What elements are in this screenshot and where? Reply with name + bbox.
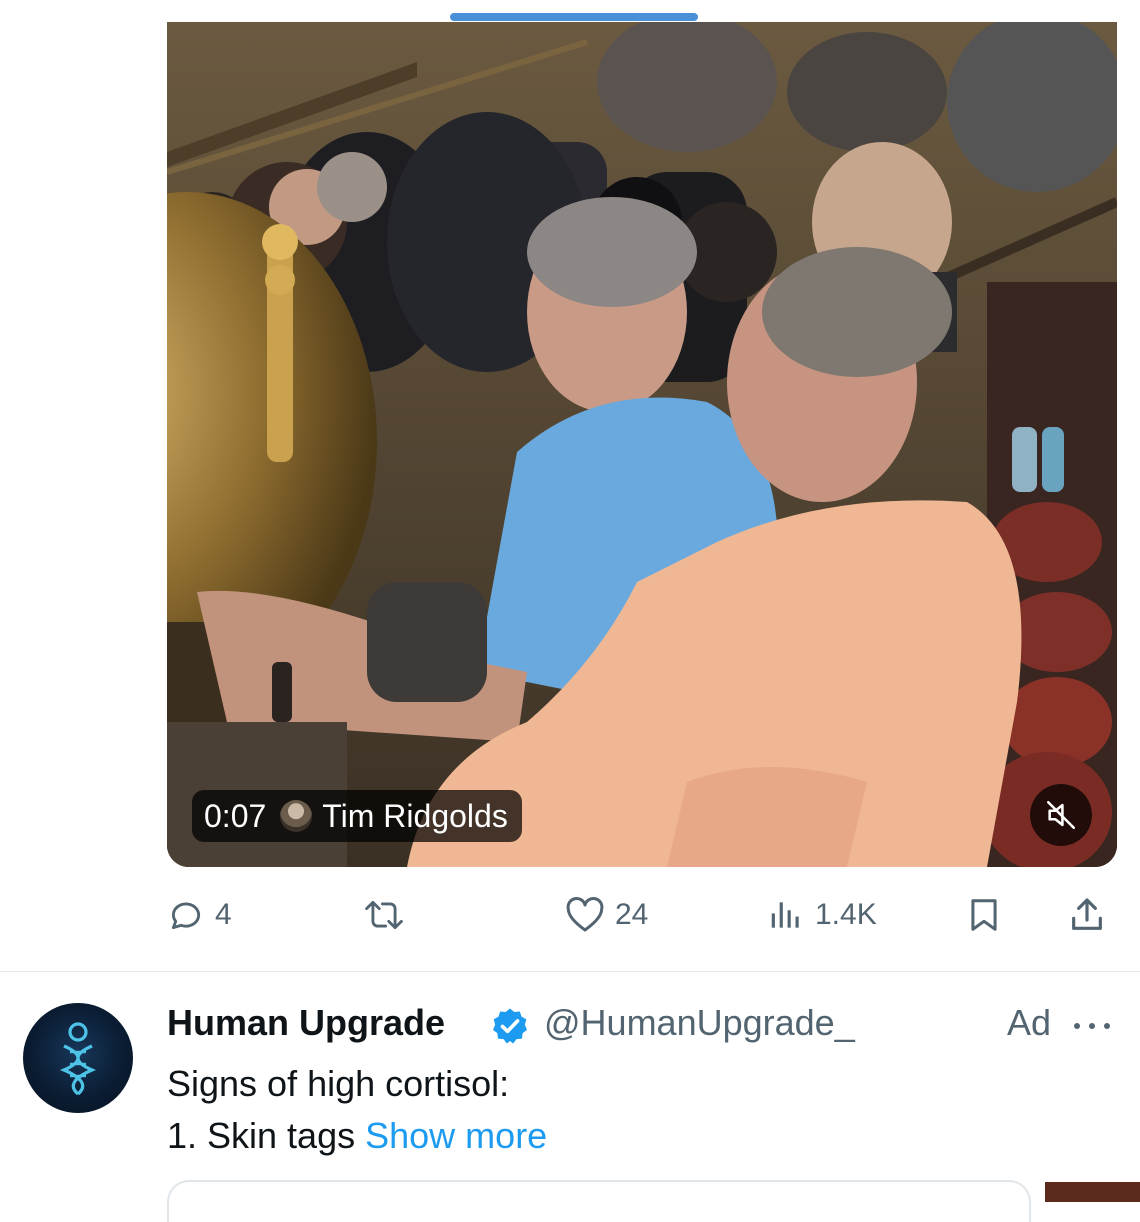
author-avatar: [280, 800, 313, 832]
ad-text-line1: Signs of high cortisol:: [167, 1063, 510, 1104]
heart-icon: [566, 897, 604, 932]
video-player[interactable]: 0:07 Tim Ridgolds: [167, 22, 1117, 867]
tweet-action-bar: 4 24 1.4K: [167, 885, 1117, 945]
ad-tweet-header: Human Upgrade @HumanUpgrade_ Ad: [167, 998, 1117, 1048]
reply-button[interactable]: 4: [167, 885, 232, 945]
ad-handle[interactable]: @HumanUpgrade_: [544, 1002, 855, 1044]
share-button[interactable]: [1067, 885, 1107, 945]
ad-media-card[interactable]: [167, 1180, 1031, 1222]
ad-account-avatar[interactable]: [23, 1003, 133, 1113]
verified-badge-icon: [490, 1006, 530, 1051]
share-icon: [1072, 898, 1102, 930]
speaker-muted-icon: [1046, 800, 1076, 830]
reply-count: 4: [215, 898, 232, 931]
ad-tweet-text: Signs of high cortisol: 1. Skin tags Sho…: [167, 1058, 547, 1162]
ad-label: Ad: [1007, 1002, 1052, 1043]
video-duration: 0:07: [204, 797, 267, 834]
ad-display-name[interactable]: Human Upgrade: [167, 1002, 445, 1044]
retweet-button[interactable]: [362, 885, 416, 945]
ad-media-preview-edge: [1045, 1182, 1140, 1202]
like-count: 24: [615, 898, 649, 931]
views-button[interactable]: 1.4K: [767, 885, 877, 945]
ad-text-line2: 1. Skin tags Show more: [167, 1110, 547, 1162]
show-more-link[interactable]: Show more: [365, 1115, 547, 1156]
mute-toggle-button[interactable]: [1030, 784, 1092, 846]
video-author-name: Tim Ridgolds: [322, 797, 508, 834]
retweet-icon: [365, 900, 403, 930]
video-frame: [167, 22, 1117, 867]
views-chart-icon: [771, 902, 799, 928]
view-count: 1.4K: [815, 898, 877, 931]
video-author[interactable]: Tim Ridgolds: [280, 798, 508, 835]
bookmark-icon: [971, 899, 997, 931]
ad-text-line2-content: 1. Skin tags: [167, 1115, 356, 1156]
more-options-icon[interactable]: [1072, 1018, 1112, 1036]
tweet-divider: [0, 971, 1140, 972]
bookmark-button[interactable]: [965, 885, 1003, 945]
like-button[interactable]: 24: [565, 885, 648, 945]
dna-logo-icon: [59, 1022, 97, 1096]
reply-icon: [171, 902, 201, 930]
video-info-overlay: 0:07 Tim Ridgolds: [192, 790, 522, 842]
scroll-indicator: [450, 13, 698, 21]
